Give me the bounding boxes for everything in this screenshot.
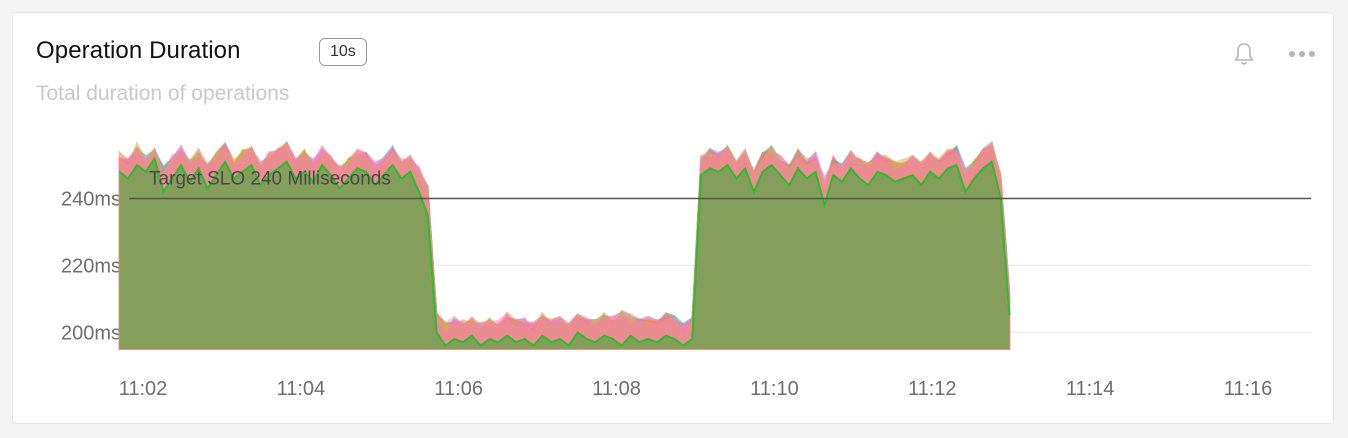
x-tick-label: 11:16: [1224, 378, 1273, 400]
x-axis: 11:02 11:04 11:06 11:08 11:10 11:12 11:14 11:16: [119, 378, 1273, 400]
x-tick-label: 11:08: [592, 378, 641, 400]
x-tick-label: 11:02: [119, 378, 168, 400]
y-tick-label: 240ms: [61, 189, 121, 211]
x-tick-label: 11:12: [908, 378, 957, 400]
y-tick-label: 220ms: [61, 255, 121, 277]
slo-label: Target SLO 240 Milliseconds: [149, 169, 391, 190]
y-tick-label: 200ms: [61, 322, 121, 344]
x-tick-label: 11:14: [1066, 378, 1115, 400]
x-tick-label: 11:04: [277, 378, 326, 400]
y-axis: 200ms 220ms 240ms: [61, 189, 121, 345]
duration-chart: 200ms 220ms 240ms 11:02 11:04 11:06 11:08 11:1…: [61, 140, 1311, 400]
x-tick-label: 11:10: [750, 378, 799, 400]
x-tick-label: 11:06: [434, 378, 483, 400]
panel-card: Operation Duration 10s Total duration of…: [12, 12, 1334, 424]
